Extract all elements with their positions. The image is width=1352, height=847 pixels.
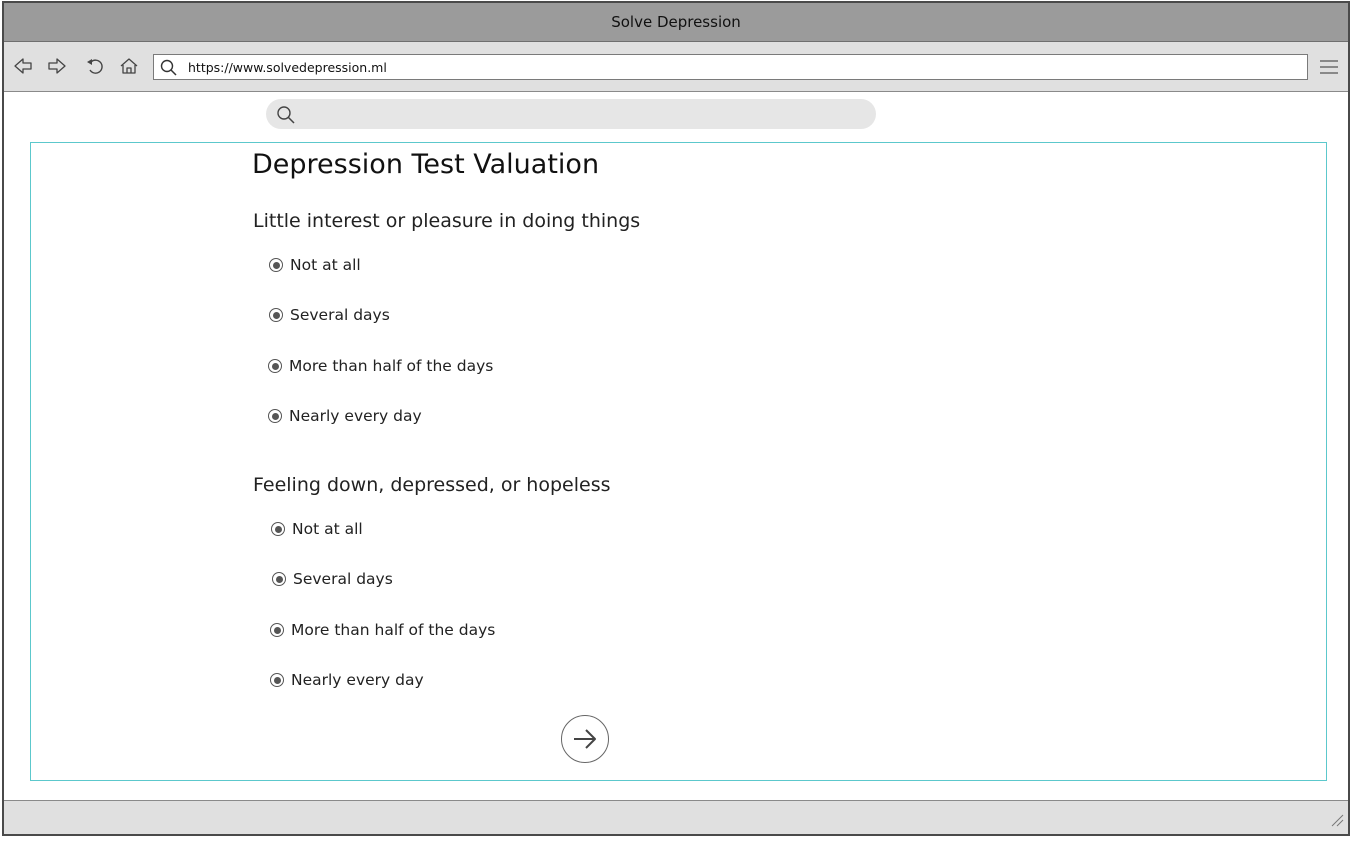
search-icon bbox=[276, 105, 296, 129]
menu-icon[interactable] bbox=[1318, 58, 1340, 76]
option-label: More than half of the days bbox=[291, 621, 496, 639]
option-label: More than half of the days bbox=[289, 357, 494, 375]
option-label: Not at all bbox=[292, 520, 363, 538]
radio-button[interactable] bbox=[269, 258, 283, 272]
radio-button[interactable] bbox=[272, 572, 286, 586]
option-label: Nearly every day bbox=[291, 671, 424, 689]
q1-option-several-days[interactable]: Several days bbox=[269, 306, 390, 324]
q2-option-nearly-every-day[interactable]: Nearly every day bbox=[270, 671, 424, 689]
arrow-right-icon bbox=[574, 729, 596, 749]
question-1-label: Little interest or pleasure in doing thi… bbox=[253, 210, 641, 232]
browser-toolbar: https://www.solvedepression.ml bbox=[4, 42, 1348, 92]
radio-button[interactable] bbox=[270, 673, 284, 687]
option-label: Nearly every day bbox=[289, 407, 422, 425]
question-2-label: Feeling down, depressed, or hopeless bbox=[253, 474, 611, 496]
option-label: Several days bbox=[290, 306, 390, 324]
forward-icon[interactable] bbox=[46, 55, 68, 77]
resize-grip-icon[interactable] bbox=[1330, 812, 1344, 831]
search-input[interactable] bbox=[266, 99, 876, 129]
q2-option-not-at-all[interactable]: Not at all bbox=[271, 520, 363, 538]
back-icon[interactable] bbox=[12, 55, 34, 77]
search-icon bbox=[160, 59, 178, 81]
option-label: Several days bbox=[293, 570, 393, 588]
page-viewport: Depression Test Valuation Little interes… bbox=[4, 93, 1348, 800]
radio-button[interactable] bbox=[268, 359, 282, 373]
q1-option-not-at-all[interactable]: Not at all bbox=[269, 256, 361, 274]
window-title: Solve Depression bbox=[611, 13, 741, 31]
radio-button[interactable] bbox=[269, 308, 283, 322]
radio-button[interactable] bbox=[268, 409, 282, 423]
status-bar bbox=[4, 800, 1348, 834]
q2-option-several-days[interactable]: Several days bbox=[272, 570, 393, 588]
test-panel: Depression Test Valuation Little interes… bbox=[30, 142, 1327, 781]
address-bar[interactable]: https://www.solvedepression.ml bbox=[153, 54, 1308, 80]
q2-option-more-than-half[interactable]: More than half of the days bbox=[270, 621, 495, 639]
q1-option-nearly-every-day[interactable]: Nearly every day bbox=[268, 407, 422, 425]
browser-window: Solve Depression https://www.solvedepres… bbox=[2, 1, 1350, 836]
radio-button[interactable] bbox=[270, 623, 284, 637]
home-icon[interactable] bbox=[118, 55, 140, 77]
q1-option-more-than-half[interactable]: More than half of the days bbox=[268, 357, 493, 375]
page-title: Depression Test Valuation bbox=[252, 149, 600, 180]
reload-icon[interactable] bbox=[84, 55, 106, 77]
option-label: Not at all bbox=[290, 256, 361, 274]
next-button[interactable] bbox=[561, 715, 609, 763]
radio-button[interactable] bbox=[271, 522, 285, 536]
url-text[interactable]: https://www.solvedepression.ml bbox=[188, 60, 387, 75]
title-bar: Solve Depression bbox=[4, 3, 1348, 42]
